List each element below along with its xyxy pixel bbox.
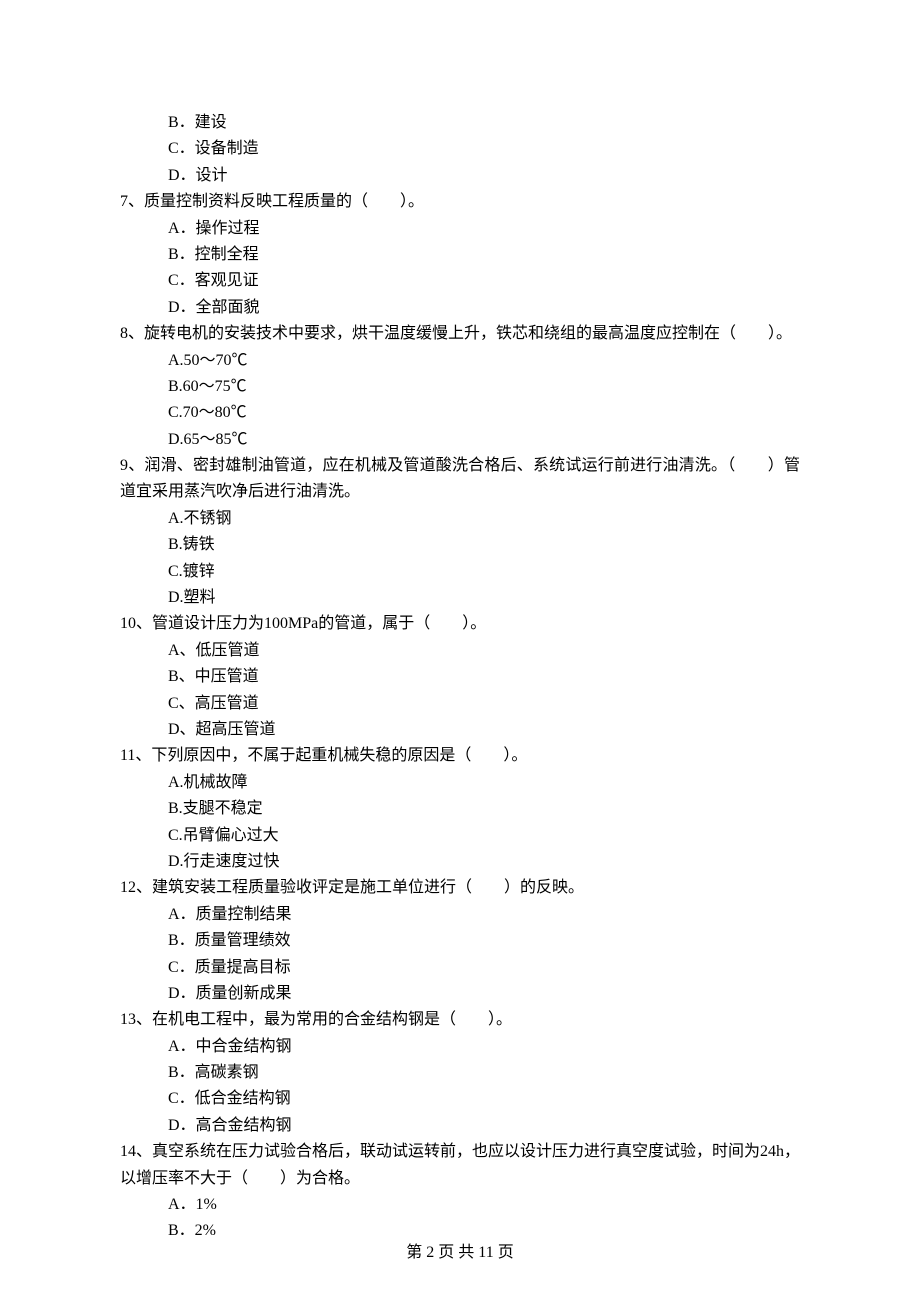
option-line: C．客观见证	[120, 268, 800, 294]
option-line: A、低压管道	[120, 638, 800, 664]
question-stem: 11、下列原因中，不属于起重机械失稳的原因是（ ）。	[120, 743, 800, 769]
option-line: C.镀锌	[120, 559, 800, 585]
option-line: A．操作过程	[120, 216, 800, 242]
option-line: B．建设	[120, 110, 800, 136]
option-line: B.支腿不稳定	[120, 796, 800, 822]
option-line: A.机械故障	[120, 770, 800, 796]
option-line: D．质量创新成果	[120, 981, 800, 1007]
exam-page: B．建设 C．设备制造 D．设计 7、质量控制资料反映工程质量的（ ）。 A．操…	[0, 0, 920, 1302]
question-stem: 14、真空系统在压力试验合格后，联动试运转前，也应以设计压力进行真空度试验，时间…	[120, 1139, 800, 1192]
option-line: C．低合金结构钢	[120, 1086, 800, 1112]
question-stem: 10、管道设计压力为100MPa的管道，属于（ ）。	[120, 611, 800, 637]
page-footer: 第 2 页 共 11 页	[0, 1240, 920, 1266]
option-line: D．全部面貌	[120, 295, 800, 321]
option-line: C.吊臂偏心过大	[120, 823, 800, 849]
question-stem: 13、在机电工程中，最为常用的合金结构钢是（ ）。	[120, 1007, 800, 1033]
option-line: D.65～85℃	[120, 427, 800, 453]
option-line: A．质量控制结果	[120, 902, 800, 928]
option-line: B.60～75℃	[120, 374, 800, 400]
option-line: B.铸铁	[120, 532, 800, 558]
option-line: C．设备制造	[120, 136, 800, 162]
option-line: C.70～80℃	[120, 400, 800, 426]
option-line: B．质量管理绩效	[120, 928, 800, 954]
option-line: B．高碳素钢	[120, 1060, 800, 1086]
question-stem: 9、润滑、密封雄制油管道，应在机械及管道酸洗合格后、系统试运行前进行油清洗。（ …	[120, 453, 800, 506]
option-line: A.50～70℃	[120, 348, 800, 374]
option-line: A.不锈钢	[120, 506, 800, 532]
option-line: A．1%	[120, 1192, 800, 1218]
option-line: C、高压管道	[120, 691, 800, 717]
option-line: D．高合金结构钢	[120, 1113, 800, 1139]
option-line: D.行走速度过快	[120, 849, 800, 875]
option-line: B、中压管道	[120, 664, 800, 690]
option-line: C．质量提高目标	[120, 955, 800, 981]
option-line: D．设计	[120, 163, 800, 189]
option-line: D、超高压管道	[120, 717, 800, 743]
question-stem: 8、旋转电机的安装技术中要求，烘干温度缓慢上升，铁芯和绕组的最高温度应控制在（ …	[120, 321, 800, 347]
question-stem: 12、建筑安装工程质量验收评定是施工单位进行（ ）的反映。	[120, 875, 800, 901]
option-line: A．中合金结构钢	[120, 1034, 800, 1060]
question-stem: 7、质量控制资料反映工程质量的（ ）。	[120, 189, 800, 215]
option-line: B．控制全程	[120, 242, 800, 268]
option-line: D.塑料	[120, 585, 800, 611]
